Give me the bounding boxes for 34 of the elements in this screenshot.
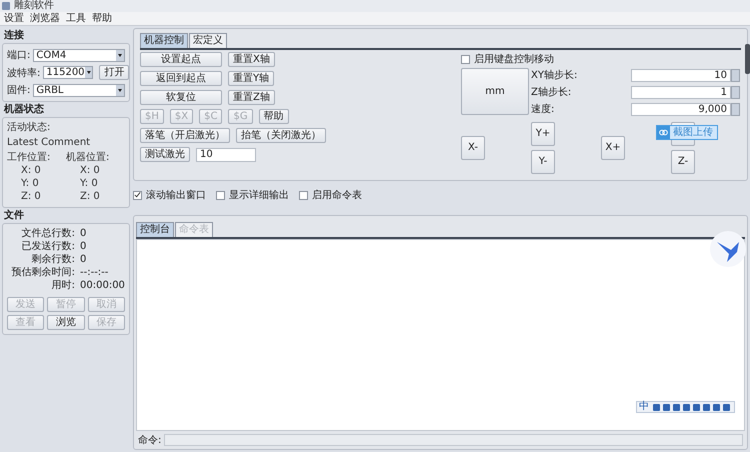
- position-heading: 工作位置:: [7, 152, 52, 164]
- comment-text: Latest Comment: [7, 137, 92, 149]
- command-label: 命令:: [138, 434, 162, 447]
- coordinate-text: Z: 0: [79, 191, 101, 203]
- stat-label: 预估剩余时间:: [10, 267, 75, 279]
- step-label: Z轴步长:: [531, 86, 572, 99]
- section-heading: 文件: [4, 210, 25, 222]
- checkbox-label: 启用键盘控制移动: [474, 52, 554, 66]
- stat-label: 剩余行数:: [30, 254, 75, 266]
- stat-value: 00:00:00: [80, 280, 125, 292]
- stat-value: 0: [80, 228, 88, 240]
- position-heading: 机器位置:: [66, 152, 110, 164]
- step-label: 速度:: [531, 102, 556, 116]
- stat-label: 已发送行数:: [20, 241, 75, 253]
- field-label: 端口:: [7, 48, 30, 62]
- coordinate-text: Z: 0: [20, 191, 42, 203]
- coordinate-text: Y: 0: [20, 178, 40, 190]
- stat-label: 用时:: [50, 280, 75, 292]
- checkbox-label: 滚动输出窗口: [146, 188, 206, 202]
- checkbox-label: 显示详细输出: [229, 188, 289, 202]
- stat-value: 0: [80, 254, 88, 266]
- checkbox-label: 启用命令表: [312, 188, 362, 202]
- field-label: 波特率:: [7, 66, 40, 80]
- state-label: 活动状态:: [7, 122, 52, 134]
- coordinate-text: Y: 0: [79, 178, 99, 190]
- step-label: XY轴步长:: [531, 68, 578, 82]
- stat-value: 0: [80, 241, 88, 253]
- coordinate-text: X: 0: [20, 165, 42, 177]
- coordinate-text: X: 0: [79, 165, 101, 177]
- stat-label: 文件总行数:: [20, 228, 75, 240]
- field-label: 固件:: [7, 84, 30, 97]
- stat-value: --:--:--: [80, 267, 110, 279]
- section-heading: 连接: [4, 30, 25, 42]
- section-heading: 机器状态: [4, 104, 45, 116]
